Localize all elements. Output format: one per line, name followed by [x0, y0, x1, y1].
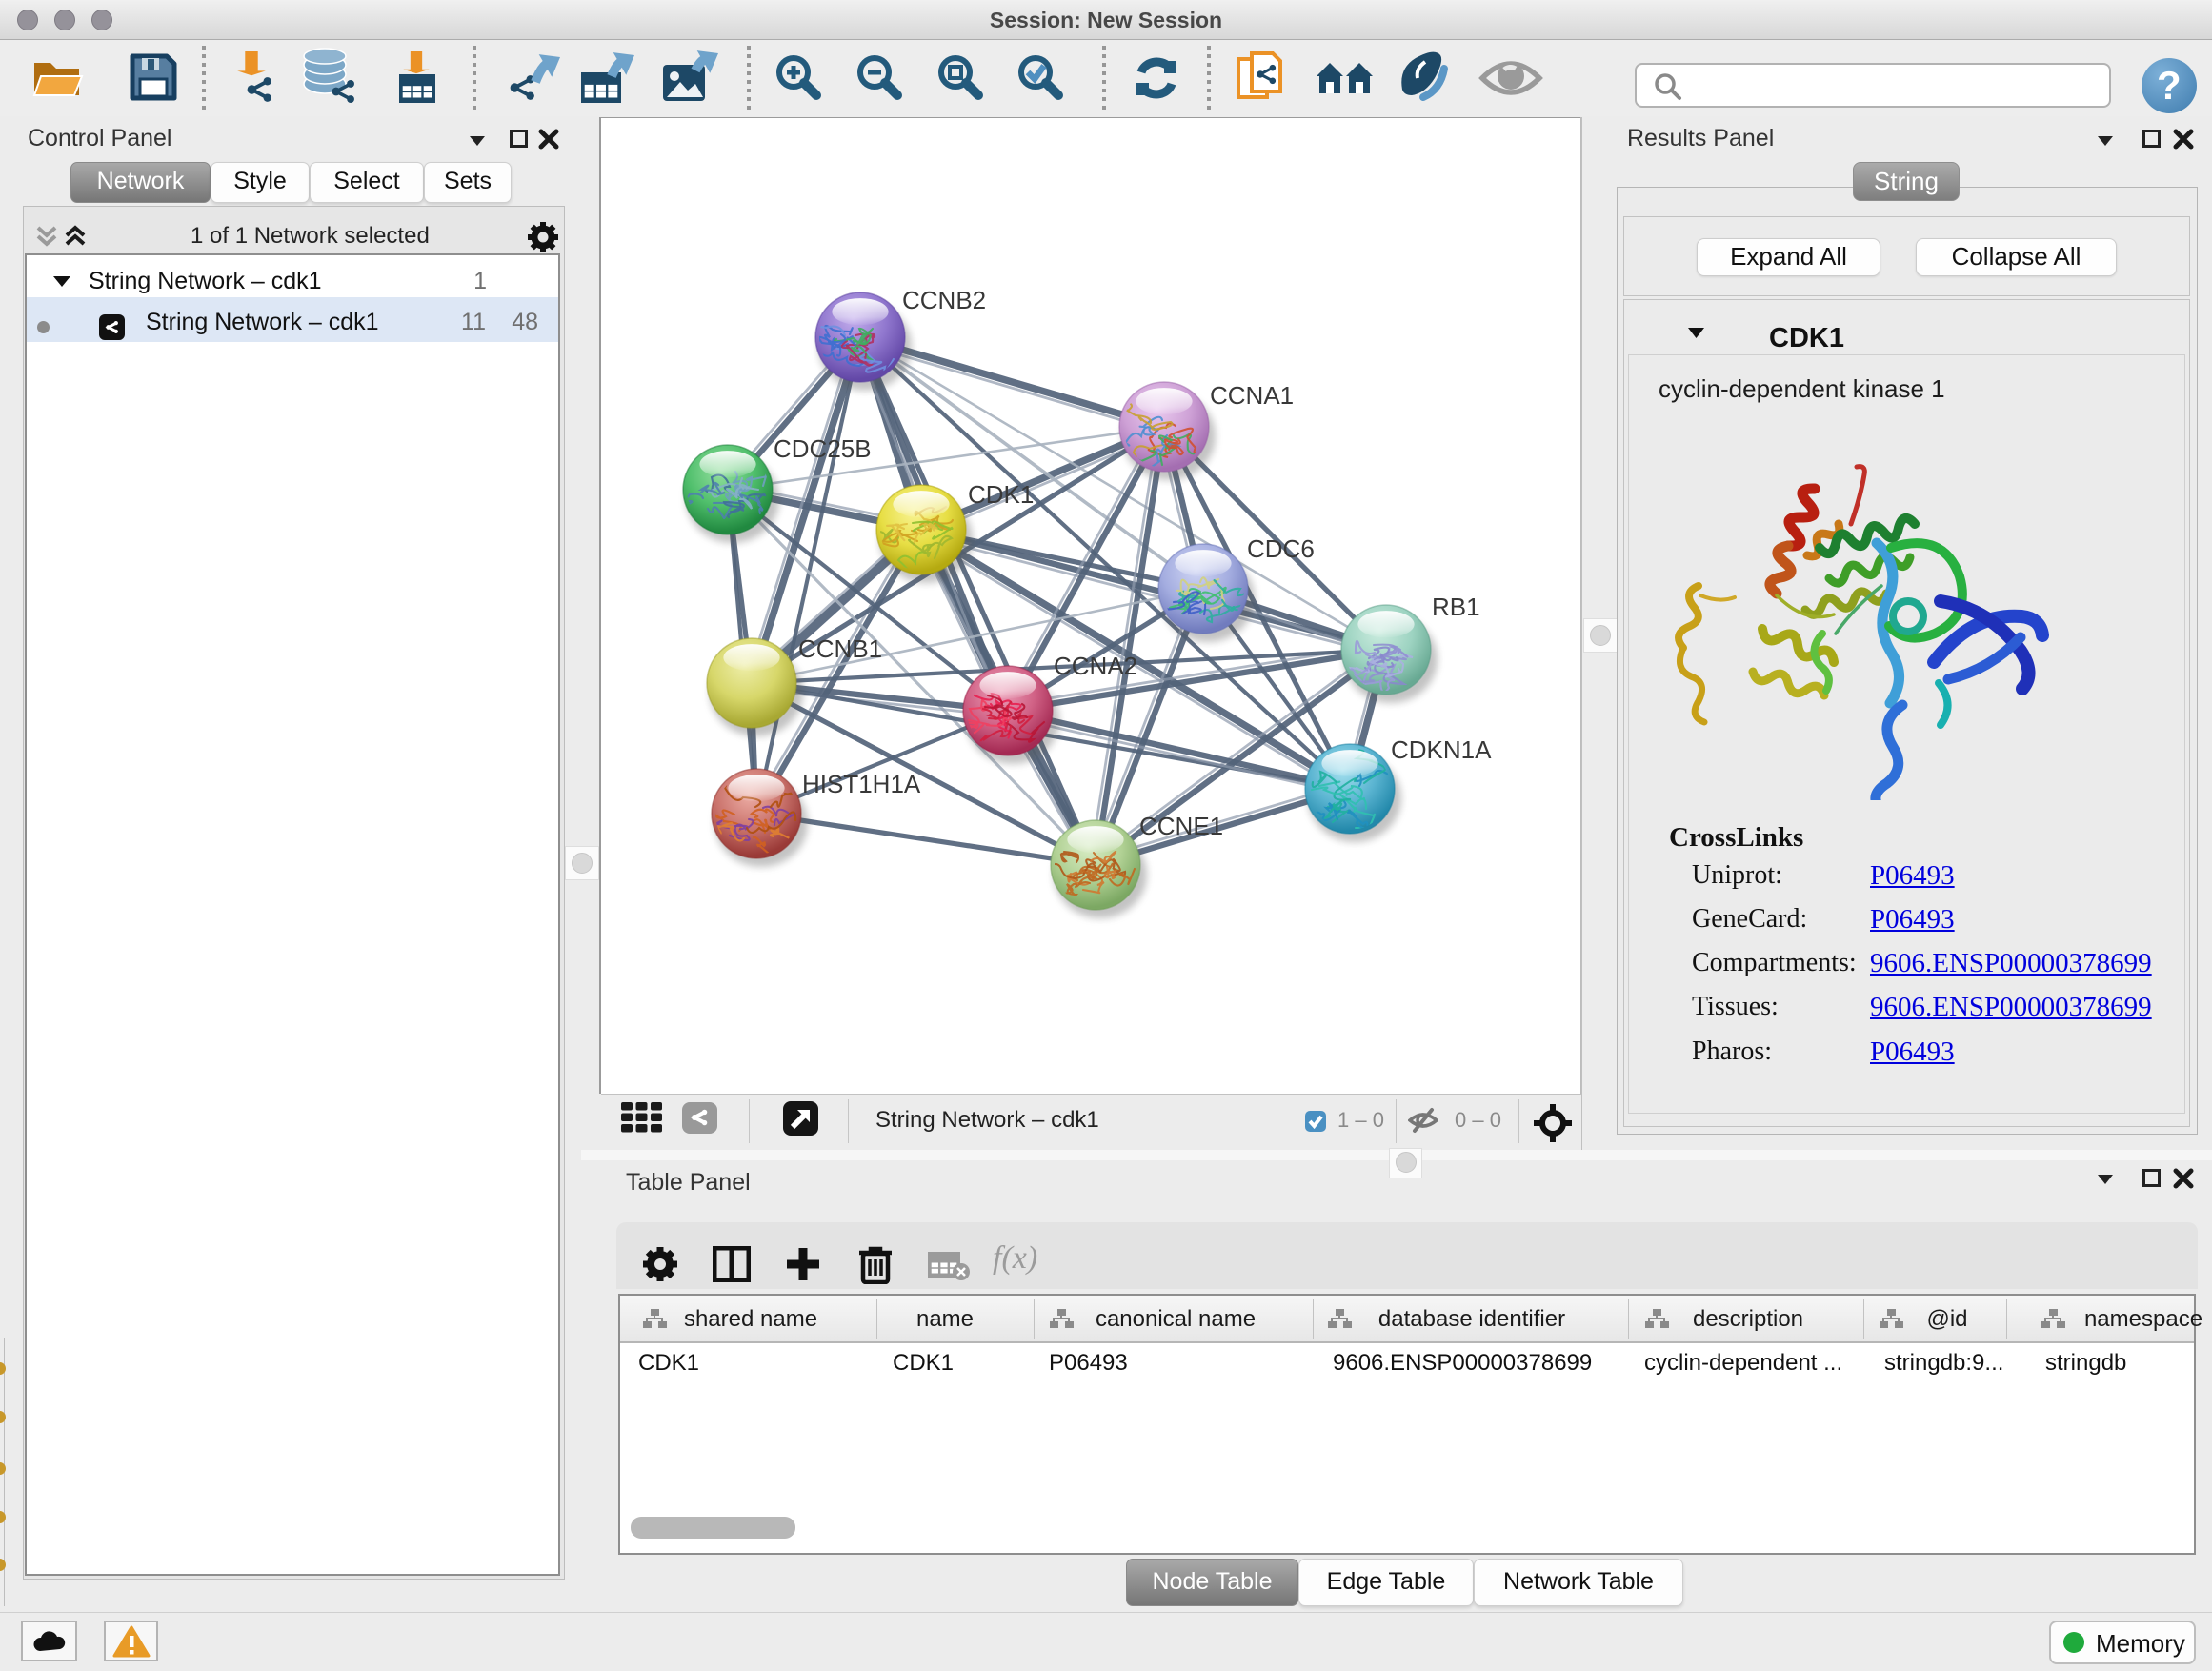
svg-text:CDK1: CDK1 [968, 480, 1034, 509]
svg-text:CDKN1A: CDKN1A [1391, 735, 1492, 764]
svg-text:CCNA2: CCNA2 [1054, 652, 1137, 680]
svg-text:CDC6: CDC6 [1247, 534, 1315, 563]
svg-text:CCNB2: CCNB2 [902, 286, 986, 314]
svg-text:CCNE1: CCNE1 [1139, 812, 1223, 840]
svg-text:CDC25B: CDC25B [774, 434, 872, 463]
svg-text:CCNA1: CCNA1 [1210, 381, 1294, 410]
svg-text:RB1: RB1 [1432, 593, 1480, 621]
svg-text:HIST1H1A: HIST1H1A [802, 770, 921, 798]
svg-text:CCNB1: CCNB1 [798, 634, 882, 663]
